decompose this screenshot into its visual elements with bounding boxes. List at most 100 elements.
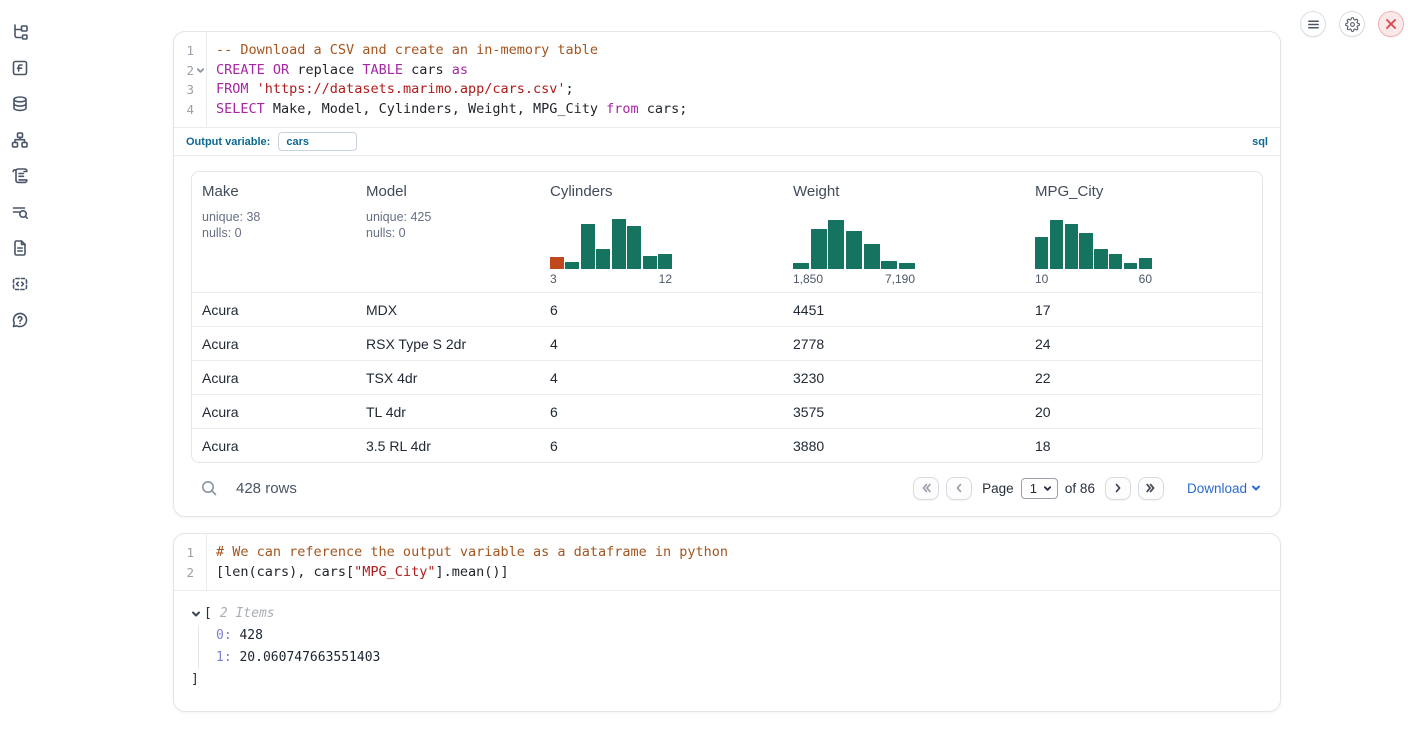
table-cell: 6 xyxy=(540,438,783,454)
code-line: 3FROM 'https://datasets.marimo.app/cars.… xyxy=(174,80,1280,100)
fold-chevron-icon[interactable] xyxy=(194,61,206,81)
tree-entry: 0: 428 xyxy=(216,625,1263,647)
line-number: 1 xyxy=(174,543,194,563)
code-line: 1 # We can reference the output variable … xyxy=(174,543,1280,563)
histogram-bar xyxy=(627,226,641,269)
histogram-bar xyxy=(565,262,579,269)
table-cell: 4 xyxy=(540,336,783,352)
histogram-bar xyxy=(811,229,827,269)
histogram-bar xyxy=(1035,237,1048,269)
tree-root-row: [ 2 Items xyxy=(191,603,1263,625)
python-cell-output: [ 2 Items 0: 4281: 20.060747663551403 ] xyxy=(174,591,1280,711)
histogram-bar xyxy=(846,231,862,269)
code-text: FROM 'https://datasets.marimo.app/cars.c… xyxy=(206,80,574,100)
column-name: Make xyxy=(202,183,346,200)
previous-page-button[interactable] xyxy=(946,477,972,500)
column-histogram: 10 60 xyxy=(1035,216,1152,286)
histogram-bar xyxy=(1109,254,1122,269)
search-icon[interactable] xyxy=(200,479,218,497)
menu-button[interactable] xyxy=(1300,11,1326,37)
fold-slot xyxy=(194,563,206,583)
language-badge[interactable]: sql xyxy=(1252,136,1268,148)
code-line: 2CREATE OR replace TABLE cars as xyxy=(174,61,1280,81)
histogram-min-label: 10 xyxy=(1035,272,1048,286)
file-tree-icon[interactable] xyxy=(11,23,29,41)
shutdown-button[interactable] xyxy=(1378,11,1404,37)
column-header-model[interactable]: Modelunique: 425nulls: 0 xyxy=(356,172,540,292)
histogram-max-label: 12 xyxy=(659,272,672,286)
table-cell: 6 xyxy=(540,404,783,420)
table-row: AcuraTSX 4dr4323022 xyxy=(192,360,1262,394)
column-name: MPG_City xyxy=(1035,183,1252,200)
table-cell: MDX xyxy=(356,302,540,318)
column-stat: nulls: 0 xyxy=(366,225,530,241)
column-header-make[interactable]: Make unique: 38nulls: 0 xyxy=(192,172,356,292)
histogram-bar xyxy=(643,256,657,269)
column-histogram: 312 xyxy=(550,216,672,286)
histogram-bar xyxy=(1050,220,1063,269)
dependency-graph-icon[interactable] xyxy=(11,131,29,149)
output-variable-label: Output variable: xyxy=(186,136,270,148)
help-icon[interactable] xyxy=(11,311,29,329)
histogram-bar xyxy=(550,257,564,269)
gutter-divider xyxy=(206,32,207,127)
histogram-bar xyxy=(1139,258,1152,269)
sql-code-editor[interactable]: 1-- Download a CSV and create an in-memo… xyxy=(174,32,1280,127)
scratchpad-icon[interactable] xyxy=(11,167,29,185)
table-row: AcuraMDX6445117 xyxy=(192,292,1262,326)
chevron-down-icon xyxy=(1251,483,1261,493)
histogram-max-label: 60 xyxy=(1139,272,1152,286)
column-stat: unique: 38 xyxy=(202,209,346,225)
column-header-mpg_city[interactable]: MPG_City 10 60 xyxy=(1025,172,1262,292)
column-name: Weight xyxy=(793,183,1015,200)
datasources-icon[interactable] xyxy=(11,95,29,113)
variables-icon[interactable] xyxy=(11,59,29,77)
histogram-max-label: 7,190 xyxy=(885,272,915,286)
table-row: AcuraTL 4dr6357520 xyxy=(192,394,1262,428)
table-cell: 17 xyxy=(1025,302,1262,318)
output-variable-input[interactable] xyxy=(278,132,357,151)
table-cell: 4451 xyxy=(783,302,1025,318)
table-cell: 3575 xyxy=(783,404,1025,420)
column-stat: nulls: 0 xyxy=(202,225,346,241)
collapse-caret-icon[interactable] xyxy=(191,609,201,619)
table-cell: 3230 xyxy=(783,370,1025,386)
pagination: Page 1 of 86 Download xyxy=(913,477,1261,500)
python-code-editor[interactable]: 1 # We can reference the output variable … xyxy=(174,534,1280,591)
line-number: 4 xyxy=(174,100,194,120)
table-header: Makeunique: 38nulls: 0Modelunique: 425nu… xyxy=(192,172,1262,292)
table-cell: TSX 4dr xyxy=(356,370,540,386)
column-header-cylinders[interactable]: Cylinders312 xyxy=(540,172,783,292)
code-text: SELECT Make, Model, Cylinders, Weight, M… xyxy=(206,100,687,120)
column-header-weight[interactable]: Weight1,8507,190 xyxy=(783,172,1025,292)
next-page-button[interactable] xyxy=(1105,477,1131,500)
dataframe-table: Makeunique: 38nulls: 0Modelunique: 425nu… xyxy=(191,171,1263,463)
page-select[interactable]: 1 xyxy=(1021,478,1058,499)
logs-icon[interactable] xyxy=(11,203,29,221)
histogram-bar xyxy=(881,261,897,269)
histogram-bar xyxy=(581,224,595,269)
page-select-value: 1 xyxy=(1030,481,1037,496)
table-cell: 2778 xyxy=(783,336,1025,352)
gutter-divider xyxy=(206,534,207,590)
table-cell: 3.5 RL 4dr xyxy=(356,438,540,454)
settings-button[interactable] xyxy=(1339,11,1365,37)
table-cell: 3880 xyxy=(783,438,1025,454)
table-cell: Acura xyxy=(192,438,356,454)
last-page-button[interactable] xyxy=(1138,477,1164,500)
tree-entry-value: 20.060747663551403 xyxy=(232,650,381,665)
table-cell: TL 4dr xyxy=(356,404,540,420)
histogram-bar xyxy=(612,219,626,269)
tree-children: 0: 4281: 20.060747663551403 xyxy=(198,625,1263,669)
code-text: # We can reference the output variable a… xyxy=(206,543,728,563)
histogram-bar xyxy=(864,244,880,269)
histogram-bar xyxy=(1094,249,1107,269)
code-text: [len(cars), cars["MPG_City"].mean()] xyxy=(206,563,509,583)
code-text: CREATE OR replace TABLE cars as xyxy=(206,61,468,81)
download-button[interactable]: Download xyxy=(1187,481,1261,496)
line-number: 1 xyxy=(174,41,194,61)
first-page-button[interactable] xyxy=(913,477,939,500)
row-count: 428 rows xyxy=(236,480,297,497)
snippets-icon[interactable] xyxy=(11,275,29,293)
documentation-icon[interactable] xyxy=(11,239,29,257)
